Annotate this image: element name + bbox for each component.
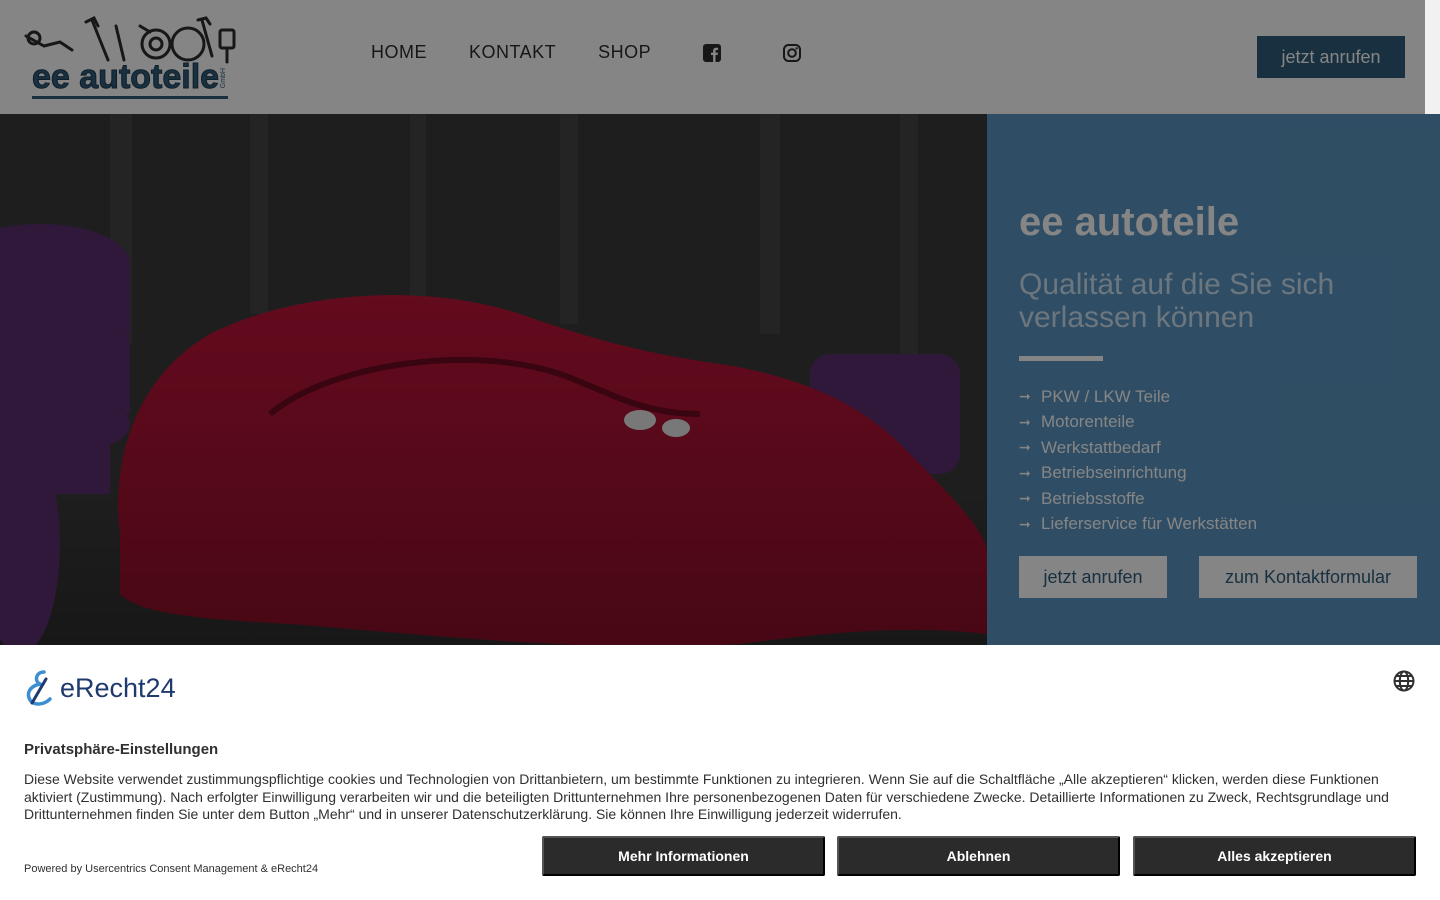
logo-underline — [32, 96, 228, 99]
logo-wordmark: ee autoteile — [31, 58, 220, 97]
nav-home[interactable]: HOME — [371, 42, 427, 63]
site-header: ee autoteile GmbH HOME KONTAKT SHOP jetz… — [0, 0, 1440, 114]
feature-label: PKW / LKW Teile — [1041, 386, 1171, 406]
consent-description: Diese Website verwendet zustimmungspflic… — [24, 771, 1389, 822]
hero-call-button[interactable]: jetzt anrufen — [1019, 556, 1167, 598]
feature-label: Betriebsstoffe — [1041, 488, 1145, 508]
globe-icon[interactable] — [1392, 669, 1416, 693]
feature-label: Werkstattbedarf — [1041, 437, 1161, 457]
arrow-right-icon: ➞ — [1019, 413, 1031, 430]
erecht24-logo: eRecht24 — [24, 669, 176, 707]
hero-section: ee autoteile Qualität auf die Sie sich v… — [0, 114, 1440, 654]
erecht24-mark-icon — [26, 670, 52, 706]
list-item: ➞ Motorenteile — [1019, 410, 1257, 436]
arrow-right-icon: ➞ — [1019, 439, 1031, 456]
list-item: ➞ Werkstattbedarf — [1019, 435, 1257, 461]
logo-suffix: GmbH — [220, 68, 227, 89]
feature-label: Betriebseinrichtung — [1041, 463, 1187, 483]
scrollbar[interactable] — [1425, 0, 1440, 114]
consent-title: Privatsphäre-Einstellungen — [24, 741, 219, 758]
consent-banner: eRecht24 Privatsphäre-Einstellungen Dies… — [0, 645, 1440, 900]
arrow-right-icon: ➞ — [1019, 464, 1031, 481]
list-item: ➞ Betriebsstoffe — [1019, 486, 1257, 512]
hero-title: ee autoteile — [1019, 200, 1240, 244]
feature-list: ➞ PKW / LKW Teile ➞ Motorenteile ➞ Werkstat… — [1019, 384, 1257, 537]
arrow-right-icon: ➞ — [1019, 490, 1031, 507]
main-nav: HOME KONTAKT SHOP — [350, 42, 832, 63]
covered-car-illustration — [0, 114, 987, 654]
hero-divider — [1019, 356, 1103, 361]
list-item: ➞ PKW / LKW Teile — [1019, 384, 1257, 410]
deny-button[interactable]: Ablehnen — [837, 836, 1120, 876]
more-info-button[interactable]: Mehr Informationen — [542, 836, 825, 876]
list-item: ➞ Betriebseinrichtung — [1019, 461, 1257, 487]
instagram-icon[interactable] — [782, 43, 802, 63]
consent-brand: eRecht24 — [60, 672, 176, 703]
list-item: ➞ Lieferservice für Werkstätten — [1019, 512, 1257, 538]
nav-kontakt[interactable]: KONTAKT — [469, 42, 556, 63]
arrow-right-icon: ➞ — [1019, 515, 1031, 532]
hero-image — [0, 114, 987, 654]
feature-label: Lieferservice für Werkstätten — [1041, 514, 1258, 534]
feature-label: Motorenteile — [1041, 412, 1135, 432]
consent-powered-by: Powered by Usercentrics Consent Manageme… — [24, 863, 319, 875]
hero-subtitle: Qualität auf die Sie sich verlassen könn… — [1019, 268, 1335, 334]
accept-all-button[interactable]: Alles akzeptieren — [1133, 836, 1416, 876]
site-logo[interactable]: ee autoteile GmbH — [18, 16, 244, 100]
nav-shop[interactable]: SHOP — [598, 42, 651, 63]
facebook-icon[interactable] — [702, 43, 722, 63]
arrow-right-icon: ➞ — [1019, 388, 1031, 405]
call-now-button[interactable]: jetzt anrufen — [1257, 36, 1405, 78]
contact-form-button[interactable]: zum Kontaktformular — [1199, 556, 1417, 598]
